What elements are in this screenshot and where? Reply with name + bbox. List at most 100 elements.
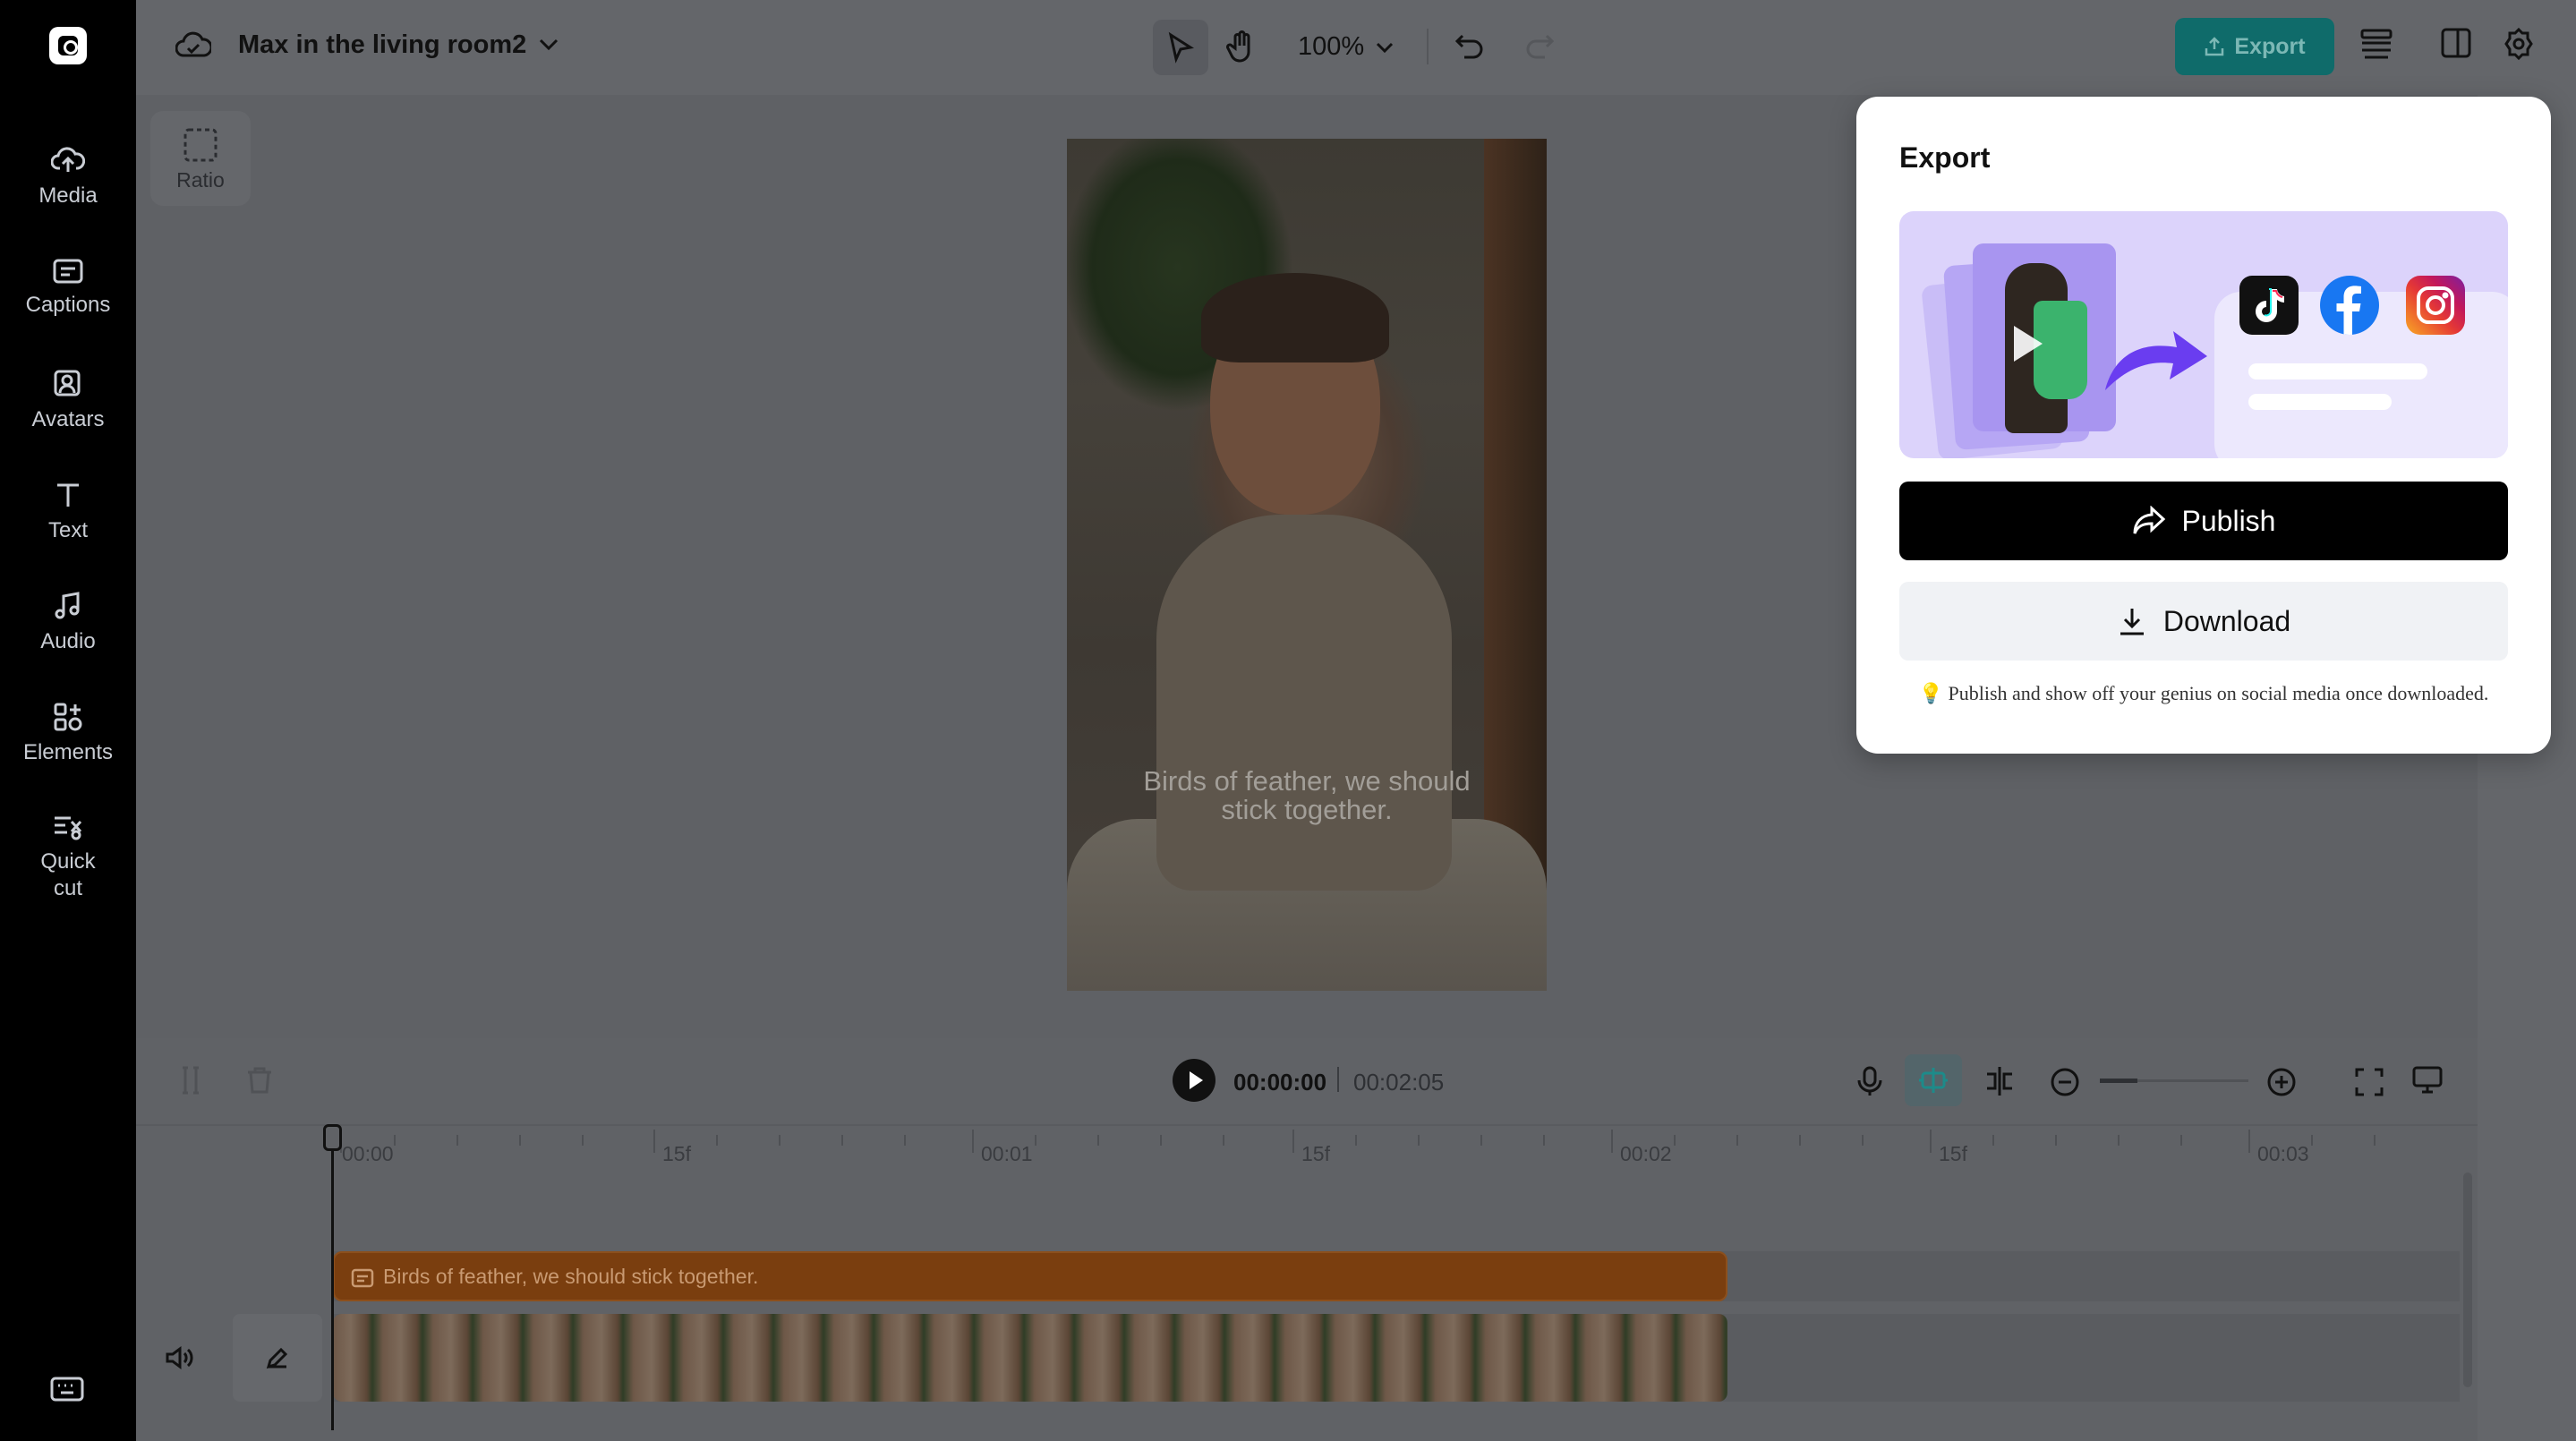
microphone-icon[interactable] [1856, 1065, 1883, 1097]
publish-label: Publish [2181, 504, 2276, 537]
share-arrow-icon [2133, 506, 2165, 534]
music-note-icon [55, 592, 80, 619]
sidebar-item-audio[interactable]: Audio [0, 591, 136, 655]
chevron-down-icon[interactable] [537, 36, 560, 54]
ruler-label: 00:00 [342, 1142, 394, 1165]
avatar-icon [54, 370, 81, 396]
select-tool-button[interactable] [1153, 20, 1208, 75]
ruler-minor-tick [2055, 1135, 2057, 1146]
playhead-line[interactable] [331, 1126, 334, 1430]
captions-icon [53, 259, 83, 284]
toolbar-divider [1427, 29, 1429, 64]
cloud-sync-icon[interactable] [175, 30, 211, 60]
video-caption-line: stick together. [1221, 794, 1393, 825]
zoom-in-icon[interactable] [2266, 1067, 2297, 1097]
sidebar-item-label: Elements [22, 740, 114, 764]
ruler-minor-tick [1543, 1135, 1545, 1146]
sidebar-item-avatars[interactable]: Avatars [0, 369, 136, 433]
undo-icon[interactable] [1454, 32, 1486, 61]
instagram-icon [2406, 276, 2465, 335]
sidebar-item-label: Captions [25, 293, 111, 317]
sidebar-item-captions[interactable]: Captions [0, 258, 136, 319]
ruler-label: 15f [1301, 1142, 1330, 1165]
time-separator [1337, 1067, 1339, 1092]
sidebar-item-media[interactable]: Media [0, 145, 136, 209]
ruler-tick [1930, 1130, 1932, 1153]
ruler-minor-tick [1035, 1135, 1036, 1146]
caption-track-text: Birds of feather, we should stick togeth… [383, 1264, 759, 1288]
caption-track-clip[interactable]: Birds of feather, we should stick togeth… [333, 1251, 1727, 1301]
trash-icon[interactable] [245, 1065, 274, 1096]
auto-snap-button[interactable] [1905, 1054, 1962, 1106]
ruler-minor-tick [2374, 1135, 2376, 1146]
export-button[interactable]: Export [2175, 18, 2334, 75]
split-icon[interactable] [177, 1065, 204, 1096]
chevron-down-icon [1377, 42, 1394, 54]
hand-tool-button[interactable] [1214, 20, 1269, 75]
download-button[interactable]: Download [1899, 582, 2508, 661]
banner-play-icon [2014, 326, 2043, 362]
keyboard-shortcuts-button[interactable] [50, 1376, 84, 1407]
banner-placeholder-line [2248, 394, 2392, 410]
ruler-minor-tick [456, 1135, 458, 1146]
app-logo[interactable] [49, 27, 87, 64]
publish-button[interactable]: Publish [1899, 482, 2508, 560]
ratio-button[interactable]: Ratio [150, 111, 251, 206]
video-caption[interactable]: Birds of feather, we should stick togeth… [1067, 767, 1547, 824]
volume-icon[interactable] [165, 1345, 193, 1370]
sidebar-item-label: Quick cut [40, 849, 96, 900]
elements-icon [54, 703, 82, 731]
ruler-minor-tick [519, 1135, 521, 1146]
timeline-zoom-fill [2100, 1079, 2137, 1083]
ruler-minor-tick [779, 1135, 780, 1146]
video-caption-line: Birds of feather, we should [1143, 765, 1471, 797]
tiktok-icon [2239, 276, 2299, 335]
sidebar-item-elements[interactable]: Elements [0, 702, 136, 766]
ratio-label: Ratio [176, 168, 225, 192]
fit-timeline-icon[interactable] [2354, 1067, 2384, 1097]
ruler-minor-tick [1674, 1135, 1676, 1146]
settings-gear-icon[interactable] [2503, 28, 2535, 60]
ruler-minor-tick [841, 1135, 843, 1146]
preview-monitor-icon[interactable] [2411, 1065, 2444, 1096]
banner-placeholder-line [2248, 363, 2427, 379]
ruler-minor-tick [1480, 1135, 1482, 1146]
edit-clip-button[interactable] [233, 1314, 322, 1402]
ruler-minor-tick [582, 1135, 584, 1146]
timeline-divider [136, 1124, 2478, 1126]
ruler-tick [653, 1130, 655, 1153]
pointer-icon [1168, 31, 1195, 64]
panel-layout-icon[interactable] [2440, 27, 2472, 59]
playhead-handle[interactable] [323, 1124, 342, 1151]
sidebar-item-text[interactable]: Text [0, 480, 136, 544]
redo-icon[interactable] [1523, 32, 1556, 61]
text-icon [57, 483, 79, 507]
download-label: Download [2162, 604, 2291, 637]
sidebar-item-label: Media [38, 183, 98, 208]
presenter-torso [1156, 515, 1452, 891]
pencil-icon [266, 1347, 288, 1369]
current-time: 00:00:00 [1233, 1069, 1327, 1096]
ruler-minor-tick [1799, 1135, 1801, 1146]
presenter-hair [1201, 273, 1389, 362]
export-banner [1899, 211, 2508, 458]
sidebar-item-quick-cut[interactable]: Quick cut [0, 813, 136, 902]
ruler-tick [972, 1130, 974, 1153]
timeline-scrollbar[interactable] [2463, 1172, 2472, 1387]
ruler-minor-tick [904, 1135, 906, 1146]
layers-icon[interactable] [2359, 27, 2393, 63]
zoom-select[interactable]: 100% [1298, 32, 1395, 62]
export-tip: 💡 Publish and show off your genius on so… [1918, 682, 2489, 704]
video-preview[interactable]: Birds of feather, we should stick togeth… [1067, 139, 1547, 991]
sidebar-item-label: Avatars [31, 407, 105, 431]
play-button[interactable] [1173, 1059, 1215, 1102]
ruler-label: 00:03 [2257, 1142, 2309, 1165]
ruler-label: 00:02 [1620, 1142, 1672, 1165]
ruler-label: 00:01 [981, 1142, 1033, 1165]
split-clip-icon[interactable] [1983, 1065, 2016, 1097]
project-title[interactable]: Max in the living room2 [238, 30, 526, 60]
ratio-frame-icon [183, 128, 218, 162]
zoom-out-icon[interactable] [2050, 1067, 2080, 1097]
ruler-minor-tick [716, 1135, 718, 1146]
video-track-clip[interactable] [333, 1314, 1727, 1402]
